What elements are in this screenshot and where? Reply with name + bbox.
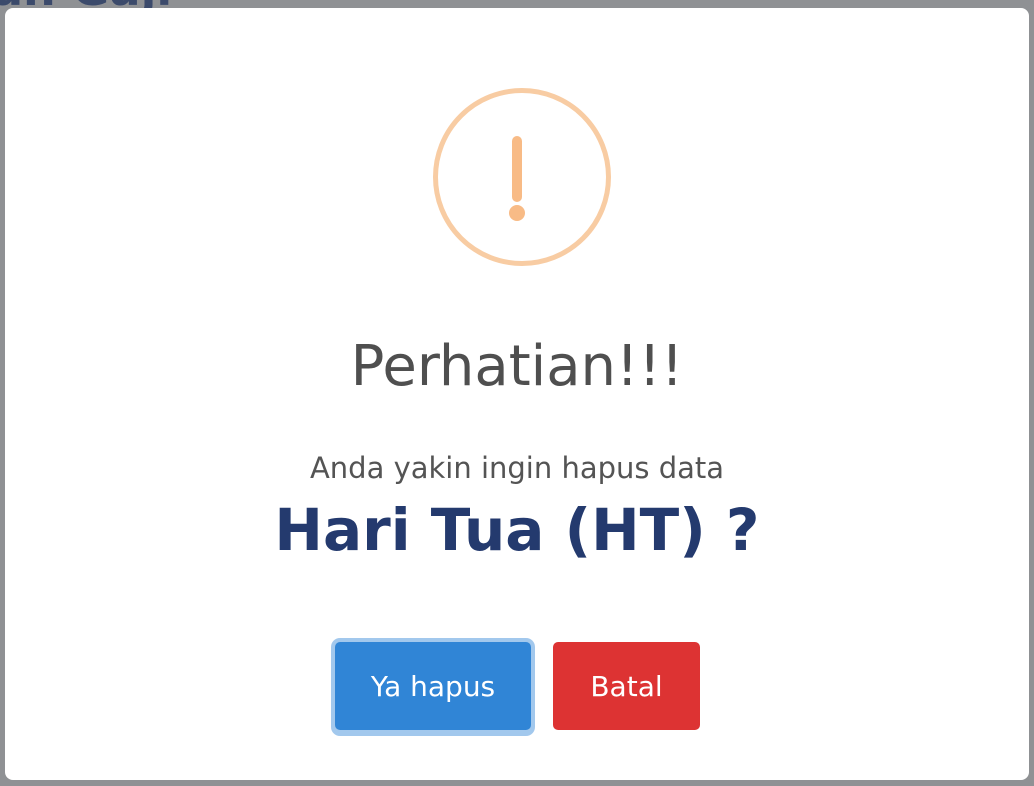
dialog-subject: Hari Tua (HT) ? [274,496,760,564]
dialog-title: Perhatian!!! [350,334,684,399]
confirm-delete-button[interactable]: Ya hapus [335,642,531,730]
warning-icon-bar [512,136,522,202]
confirm-delete-dialog: Perhatian!!! Anda yakin ingin hapus data… [5,8,1029,780]
dialog-message: Anda yakin ingin hapus data [309,451,725,485]
warning-icon-dot [509,205,525,221]
warning-icon-ring [433,88,611,266]
cancel-button[interactable]: Batal [553,642,700,730]
